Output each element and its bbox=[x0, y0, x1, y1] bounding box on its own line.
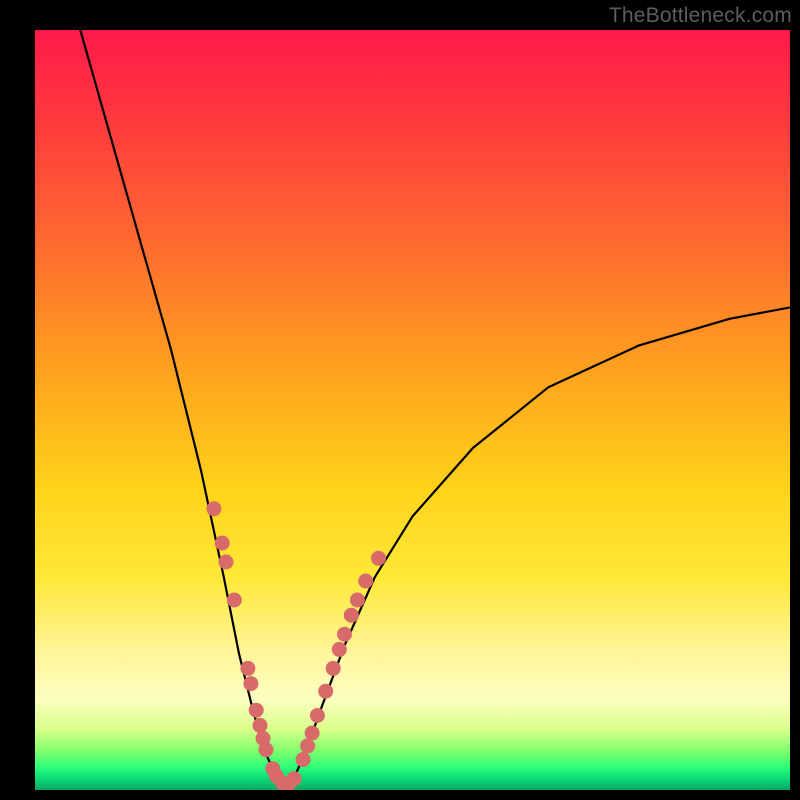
marker-dot bbox=[300, 738, 315, 753]
curve-path-group bbox=[80, 30, 790, 786]
marker-dot bbox=[344, 608, 359, 623]
main-curve bbox=[80, 30, 790, 786]
chart-frame: TheBottleneck.com bbox=[0, 0, 800, 800]
marker-dot bbox=[318, 684, 333, 699]
marker-dots bbox=[206, 501, 386, 790]
marker-dot bbox=[240, 661, 255, 676]
marker-dot bbox=[206, 501, 221, 516]
marker-dot bbox=[287, 771, 302, 786]
marker-dot bbox=[337, 627, 352, 642]
marker-dot bbox=[253, 718, 268, 733]
marker-dot bbox=[227, 593, 242, 608]
marker-dot bbox=[350, 593, 365, 608]
marker-dot bbox=[332, 642, 347, 657]
marker-dot bbox=[358, 574, 373, 589]
marker-dot bbox=[326, 661, 341, 676]
marker-dot bbox=[243, 676, 258, 691]
marker-dot bbox=[259, 742, 274, 757]
plot-area bbox=[35, 30, 790, 790]
marker-dot bbox=[215, 536, 230, 551]
marker-dot bbox=[296, 752, 311, 767]
marker-dot bbox=[310, 708, 325, 723]
watermark-text: TheBottleneck.com bbox=[609, 4, 792, 28]
curve-svg bbox=[35, 30, 790, 790]
marker-dot bbox=[249, 703, 264, 718]
marker-dot bbox=[305, 726, 320, 741]
marker-dot bbox=[219, 555, 234, 570]
marker-dot bbox=[371, 551, 386, 566]
